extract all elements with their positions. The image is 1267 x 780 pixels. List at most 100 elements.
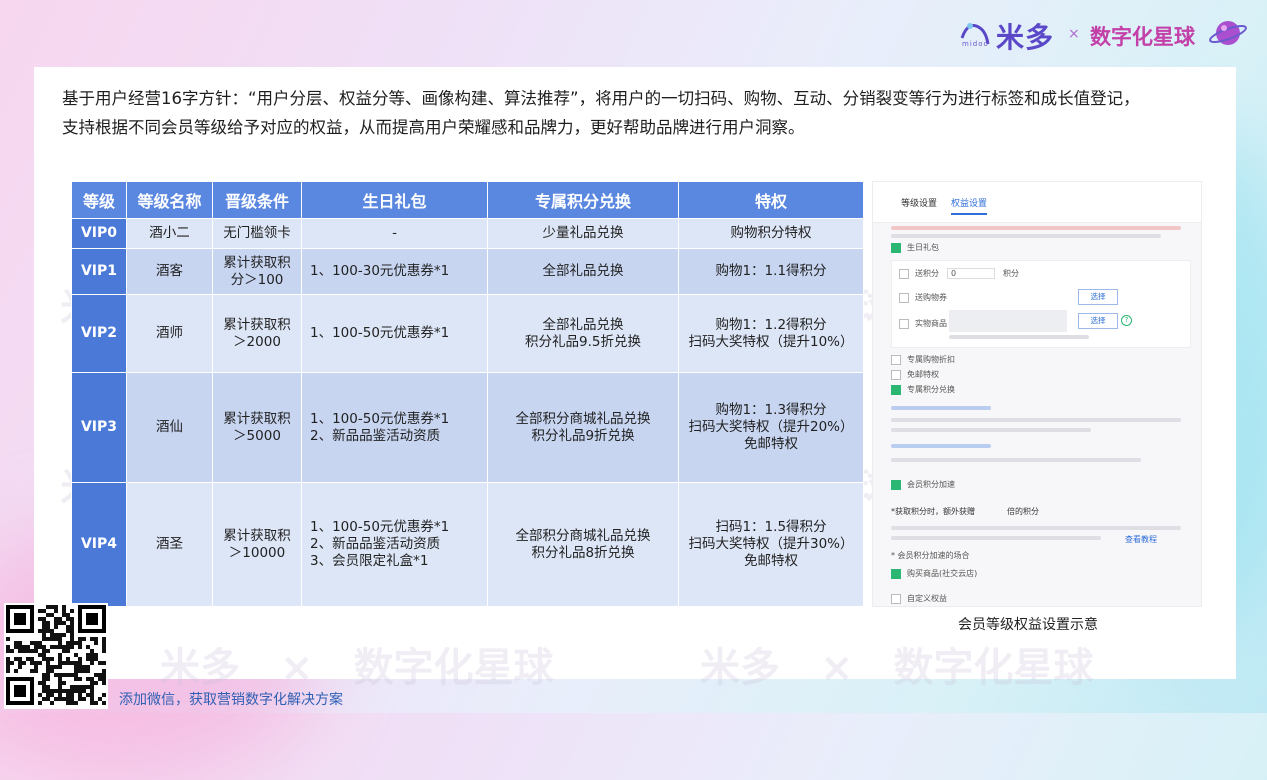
- cell-gift: 1、100-50元优惠券*1 2、新品品鉴活动资质 3、会员限定礼盒*1: [301, 482, 488, 607]
- cell-name: 酒圣: [126, 482, 213, 607]
- cell-privilege: 购物1：1.1得积分: [678, 248, 864, 295]
- free-shipping-option[interactable]: 免邮特权: [891, 369, 939, 380]
- cell-line: 免邮特权: [744, 436, 798, 452]
- cell-line: 扫码大奖特权（提升20%）: [688, 419, 854, 435]
- checkbox-icon[interactable]: [891, 369, 901, 380]
- qr-code-icon: [6, 605, 106, 705]
- panel-caption: 会员等级权益设置示意: [958, 617, 1098, 633]
- wechat-qr-code: [4, 603, 108, 709]
- cell-line: 累计获取积: [223, 527, 291, 544]
- cell-line: 累计获取积: [223, 316, 291, 333]
- cell-points: 全部积分商城礼品兑换 积分礼品9折兑换: [487, 372, 679, 483]
- checkbox-icon[interactable]: [899, 318, 909, 329]
- cell-line: 购物1：1.1得积分: [715, 263, 827, 279]
- partner-name: 数字化星球: [1090, 25, 1195, 49]
- cell-gift: 1、100-50元优惠券*1 2、新品品鉴活动资质: [301, 372, 488, 483]
- cell-name: 酒小二: [126, 218, 213, 249]
- cell-points: 全部礼品兑换 积分礼品9.5折兑换: [487, 294, 679, 373]
- tab-benefit-settings[interactable]: 权益设置: [951, 196, 988, 215]
- cell-line: ＞2000: [233, 333, 281, 350]
- speed-method-label: * 会员积分加速的场合: [891, 551, 970, 560]
- select-coupon-button[interactable]: 选择: [1078, 289, 1118, 305]
- checkbox-icon[interactable]: [891, 593, 901, 604]
- special-discount-option[interactable]: 专属购物折扣: [891, 354, 955, 365]
- cell-level: VIP0: [71, 218, 127, 249]
- cell-gift: -: [301, 218, 488, 249]
- cell-line: 3、会员限定礼盒*1: [310, 553, 429, 569]
- cell-line: 全部积分商城礼品兑换: [515, 527, 651, 544]
- cell-line: 扫码大奖特权（提升10%）: [688, 333, 854, 350]
- checkbox-icon[interactable]: [891, 568, 901, 579]
- send-points-option[interactable]: 送积分 0 积分: [899, 268, 1019, 279]
- cell-privilege: 购物积分特权: [678, 218, 864, 249]
- cell-cond: 无门槛领卡: [212, 218, 302, 249]
- cell-line: 全部礼品兑换: [542, 316, 624, 333]
- checkbox-icon[interactable]: [891, 354, 901, 365]
- exclusive-points-option[interactable]: 专属积分兑换: [891, 384, 955, 395]
- column-header: 特权: [678, 181, 864, 219]
- cell-privilege: 购物1：1.2得积分 扫码大奖特权（提升10%）: [678, 294, 864, 373]
- cell-line: 分＞100: [230, 271, 284, 288]
- logo-separator: ×: [1068, 26, 1080, 42]
- cell-line: 积分礼品9折兑换: [531, 427, 635, 444]
- column-header: 晋级条件: [212, 181, 302, 219]
- cell-cond: 累计获取积 ＞10000: [212, 482, 302, 607]
- buy-goods-option[interactable]: 购买商品(社交云店): [891, 568, 977, 579]
- cell-line: 全部礼品兑换: [542, 263, 624, 279]
- cell-line: 购物1：1.2得积分: [715, 316, 827, 333]
- footer-cta: 添加微信，获取营销数字化解决方案: [119, 692, 343, 708]
- column-header: 生日礼包: [301, 181, 488, 219]
- panel-tabs: 等级设置 权益设置: [873, 182, 1201, 223]
- checkbox-icon[interactable]: [891, 242, 901, 253]
- cell-gift: 1、100-50元优惠券*1: [301, 294, 488, 373]
- cell-line: 累计获取积: [223, 410, 291, 427]
- table-row: VIP0 酒小二 无门槛领卡 - 少量礼品兑换 购物积分特权: [71, 218, 864, 249]
- earn-extra-label: *获取积分时，额外获赠 倍的积分: [891, 507, 1039, 516]
- cell-line: 免邮特权: [744, 553, 798, 569]
- cell-level: VIP4: [71, 482, 127, 607]
- member-level-table: 等级 等级名称 晋级条件 生日礼包 专属积分兑换 特权 VIP0 酒小二 无门槛领卡 - 少量礼品…: [71, 181, 864, 607]
- cell-line: 1、100-30元优惠券*1: [310, 263, 450, 279]
- cell-level: VIP2: [71, 294, 127, 373]
- checkbox-icon[interactable]: [891, 479, 901, 490]
- cell-line: 积分礼品8折兑换: [531, 544, 635, 561]
- cell-line: 扫码1：1.5得积分: [715, 519, 827, 535]
- cell-line: ＞5000: [233, 427, 281, 444]
- cell-line: 累计获取积: [223, 254, 291, 271]
- cell-points: 少量礼品兑换: [487, 218, 679, 249]
- cell-points: 全部积分商城礼品兑换 积分礼品8折兑换: [487, 482, 679, 607]
- cell-line: -: [392, 225, 397, 241]
- help-icon[interactable]: ?: [1121, 315, 1132, 326]
- cell-line: 1、100-50元优惠券*1: [310, 410, 450, 427]
- table-row: VIP2 酒师 累计获取积 ＞2000 1、100-50元优惠券*1 全部礼品兑换 积分礼品…: [71, 294, 864, 373]
- table-row: VIP4 酒圣 累计获取积 ＞10000 1、100-50元优惠券*1 2、新品品鉴活动资…: [71, 482, 864, 607]
- custom-benefit-option[interactable]: 自定义权益: [891, 593, 947, 604]
- physical-goods-option[interactable]: 实物商品: [899, 318, 947, 329]
- cell-line: 2、新品品鉴活动资质: [310, 427, 441, 444]
- cell-line: 购物1：1.3得积分: [715, 402, 827, 418]
- cell-name: 酒仙: [126, 372, 213, 483]
- cell-line: ＞10000: [228, 544, 286, 561]
- cell-line: 购物积分特权: [730, 225, 812, 241]
- send-coupon-option[interactable]: 送购物券: [899, 292, 947, 303]
- member-speed-option[interactable]: 会员积分加速: [891, 479, 955, 490]
- logo-text: 米多: [996, 21, 1055, 54]
- cell-level: VIP3: [71, 372, 127, 483]
- cell-line: 1、100-50元优惠券*1: [310, 325, 450, 341]
- cell-line: 少量礼品兑换: [542, 225, 624, 241]
- brand-logo: 米多 midoo × 数字化星球: [958, 14, 1258, 54]
- table-row: VIP3 酒仙 累计获取积 ＞5000 1、100-50元优惠券*1 2、新品品鉴活动资质…: [71, 372, 864, 483]
- cell-points: 全部礼品兑换: [487, 248, 679, 295]
- checkbox-icon[interactable]: [899, 268, 909, 279]
- birthday-option[interactable]: 生日礼包: [891, 242, 939, 253]
- cell-line: 积分礼品9.5折兑换: [525, 333, 641, 350]
- checkbox-icon[interactable]: [891, 384, 901, 395]
- select-goods-button[interactable]: 选择: [1078, 313, 1118, 329]
- tab-level-settings[interactable]: 等级设置: [901, 196, 937, 209]
- table-row: VIP1 酒客 累计获取积 分＞100 1、100-30元优惠券*1 全部礼品兑换 购物1：…: [71, 248, 864, 295]
- cell-line: 1、100-50元优惠券*1: [310, 519, 450, 535]
- view-tutorial-link[interactable]: 查看教程: [1125, 534, 1157, 545]
- benefit-settings-panel: 等级设置 权益设置 生日礼包 送积分 0 积分 送购物券 选择 实物商品 选择 …: [872, 181, 1202, 607]
- checkbox-icon[interactable]: [899, 292, 909, 303]
- logo-subtext: midoo: [962, 40, 989, 48]
